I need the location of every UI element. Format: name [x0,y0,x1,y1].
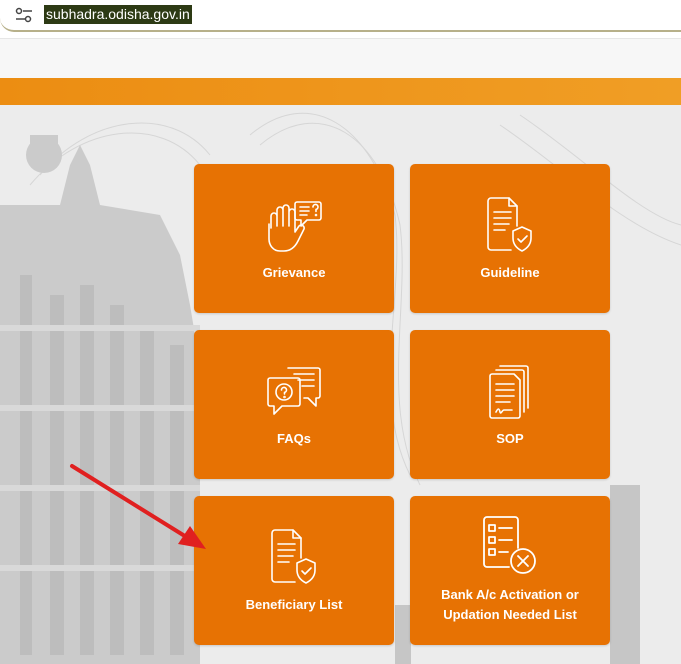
card-label: Grievance [262,265,326,280]
faq-chat-bubbles-icon [267,367,321,415]
orange-banner [0,78,681,105]
card-label: Beneficiary List [245,597,343,612]
card-label: Guideline [480,265,540,280]
document-shield-icon [487,197,532,252]
sop-card[interactable]: SOP [410,330,610,479]
tune-icon[interactable] [14,6,34,24]
checklist-cancel-icon [483,516,536,574]
bank-activation-list-card[interactable]: Bank A/c Activation or Updation Needed L… [410,496,610,645]
faqs-card[interactable]: FAQs [194,330,394,479]
card-label: SOP [496,431,524,446]
grievance-card[interactable]: Grievance [194,164,394,313]
card-label: Bank A/c Activation or Updation Needed L… [441,587,579,622]
address-bar[interactable]: subhadra.odisha.gov.in [0,0,681,32]
beneficiary-list-card[interactable]: Beneficiary List [194,496,394,645]
url-text[interactable]: subhadra.odisha.gov.in [44,5,192,24]
stacked-documents-icon [489,365,529,419]
raised-hand-question-icon [268,201,322,252]
document-check-shield-icon [271,529,316,584]
card-label: FAQs [277,431,311,446]
header-strip [0,38,681,79]
guideline-card[interactable]: Guideline [410,164,610,313]
